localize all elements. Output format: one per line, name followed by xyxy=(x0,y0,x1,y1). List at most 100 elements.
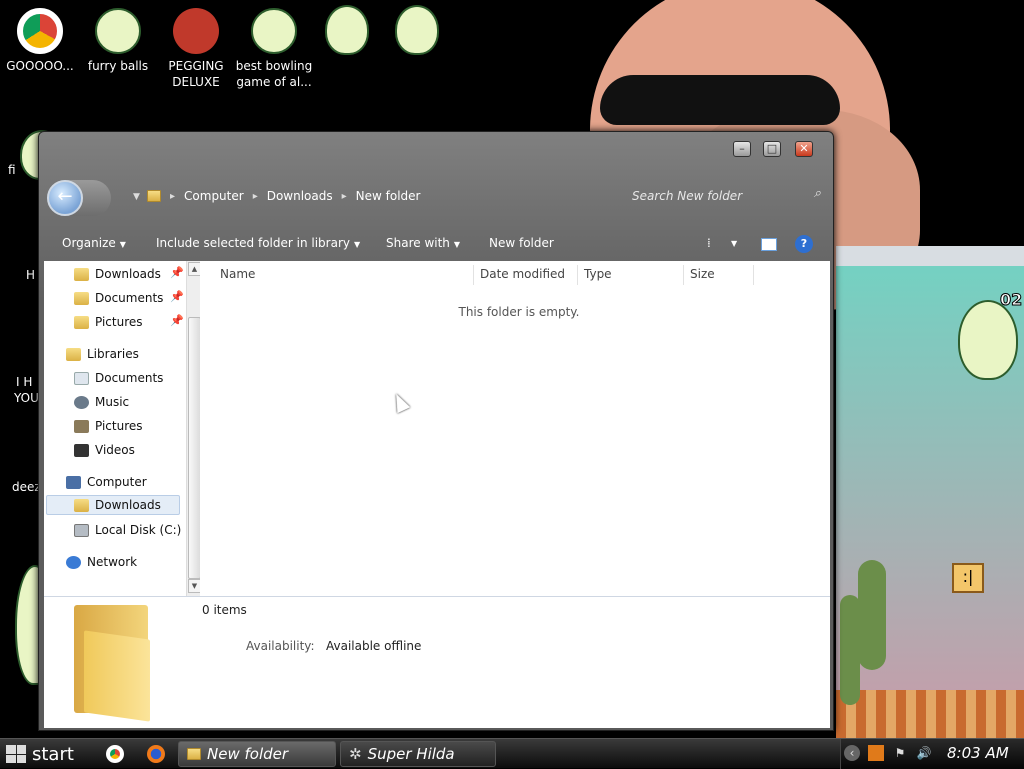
chevron-down-icon[interactable]: ▼ xyxy=(731,239,737,248)
breadcrumb-separator-icon[interactable]: ▸ xyxy=(253,191,258,202)
column-size[interactable]: Size xyxy=(684,265,754,285)
explorer-window: – □ ✕ ← ▼ ▸ Computer ▸ Downloads ▸ New f… xyxy=(38,131,834,731)
nav-label: Music xyxy=(95,395,130,409)
taskbar: start New folder ✲ Super Hilda ‹ ⚑ 🔊 8:0… xyxy=(0,738,1024,769)
videos-library-icon xyxy=(74,443,89,457)
nav-item-favorites-pictures[interactable]: Pictures xyxy=(74,312,143,332)
nav-item-lib-videos[interactable]: Videos xyxy=(74,440,135,460)
nav-item-lib-pictures[interactable]: Pictures xyxy=(74,416,143,436)
nav-item-favorites-documents[interactable]: Documents xyxy=(74,288,163,308)
nav-label: Downloads xyxy=(95,267,161,281)
nav-label: Documents xyxy=(95,291,164,305)
action-center-flag-icon[interactable]: ⚑ xyxy=(892,745,908,761)
search-placeholder: Search New folder xyxy=(632,189,743,203)
breadcrumb-separator-icon[interactable]: ▸ xyxy=(342,191,347,202)
desktop-icon-label: furry balls xyxy=(87,59,149,73)
breadcrumb-new-folder[interactable]: New folder xyxy=(356,189,421,203)
libraries-icon xyxy=(66,347,81,361)
column-date-modified[interactable]: Date modified xyxy=(474,265,578,285)
nav-label: Videos xyxy=(95,443,135,457)
organize-button[interactable]: Organize ▼ xyxy=(62,236,126,250)
desktop-icon-label-partial: H xyxy=(26,268,36,282)
nav-item-libraries[interactable]: Libraries xyxy=(66,344,139,364)
minimize-button[interactable]: – xyxy=(733,141,751,157)
share-with-button[interactable]: Share with ▼ xyxy=(386,236,460,250)
pictures-library-icon xyxy=(74,419,89,433)
nav-label: Pictures xyxy=(95,419,143,433)
help-icon[interactable]: ? xyxy=(795,235,813,253)
documents-folder-icon xyxy=(74,291,89,305)
breadcrumb-computer[interactable]: Computer xyxy=(184,189,244,203)
availability-label: Availability: xyxy=(246,639,315,653)
volume-icon[interactable]: 🔊 xyxy=(916,745,932,761)
task-new-folder[interactable]: New folder xyxy=(178,741,336,767)
game-tree xyxy=(858,560,886,670)
nav-item-computer-downloads[interactable]: Downloads xyxy=(46,495,180,515)
empty-folder-message: This folder is empty. xyxy=(458,305,580,319)
back-arrow-icon[interactable]: ← xyxy=(47,180,83,216)
search-input[interactable]: Search New folder ⌕ xyxy=(621,184,821,208)
file-list[interactable]: Name Date modified Type Size This folder… xyxy=(204,261,830,596)
game-ground xyxy=(836,690,1024,738)
column-name[interactable]: Name xyxy=(214,265,474,285)
nav-item-local-disk[interactable]: Local Disk (C:) xyxy=(74,520,181,540)
desktop-icon-best-bowling[interactable]: best bowling game of al... xyxy=(234,0,314,90)
breadcrumb-separator-icon[interactable]: ▸ xyxy=(170,191,175,202)
recent-pages-dropdown[interactable]: ▼ xyxy=(133,192,140,202)
task-super-hilda[interactable]: ✲ Super Hilda xyxy=(340,741,496,767)
include-in-library-button[interactable]: Include selected folder in library ▼ xyxy=(156,236,360,250)
disk-icon xyxy=(74,523,89,537)
java-icon[interactable] xyxy=(868,745,884,761)
system-tray: ‹ ⚑ 🔊 8:03 AM xyxy=(840,739,1024,769)
network-icon xyxy=(66,555,81,569)
nav-item-computer[interactable]: Computer xyxy=(66,472,147,492)
preview-pane-icon[interactable] xyxy=(761,238,777,251)
folder-icon xyxy=(147,190,161,202)
clock[interactable]: 8:03 AM xyxy=(947,744,1009,762)
organize-label: Organize xyxy=(62,236,116,250)
nav-item-network[interactable]: Network xyxy=(66,552,137,572)
pin-icon: 📌 xyxy=(170,290,184,303)
new-folder-button[interactable]: New folder xyxy=(489,236,554,250)
nav-item-favorites-downloads[interactable]: Downloads xyxy=(74,264,161,284)
nav-label: Computer xyxy=(87,475,147,489)
task-label: Super Hilda xyxy=(367,745,455,763)
scroll-up-icon[interactable]: ▲ xyxy=(188,262,200,276)
close-button[interactable]: ✕ xyxy=(795,141,813,157)
firefox-icon[interactable] xyxy=(147,745,165,763)
column-type[interactable]: Type xyxy=(578,265,684,285)
peridot-sprite xyxy=(395,5,439,55)
desktop-icon-label-partial: I H xyxy=(16,375,33,389)
nav-item-lib-music[interactable]: Music xyxy=(74,392,129,412)
availability-value: Available offline xyxy=(326,639,422,653)
scroll-down-icon[interactable]: ▼ xyxy=(188,579,200,593)
share-label: Share with xyxy=(386,236,450,250)
chrome-icon[interactable] xyxy=(106,745,124,763)
start-button[interactable]: start xyxy=(0,739,96,769)
scroll-thumb[interactable] xyxy=(188,317,200,579)
search-icon[interactable]: ⌕ xyxy=(814,186,821,201)
desktop-icon-goooo[interactable]: GOOOOO... xyxy=(0,0,80,74)
maximize-button[interactable]: □ xyxy=(763,141,781,157)
game-icon xyxy=(251,8,297,54)
view-options-icon[interactable]: ⁞ xyxy=(707,236,711,250)
nav-item-lib-documents[interactable]: Documents xyxy=(74,368,163,388)
game-tree xyxy=(840,595,860,705)
show-hidden-icons-icon[interactable]: ‹ xyxy=(844,745,860,761)
start-label: start xyxy=(32,743,74,765)
desktop-icon-label: PEGGING DELUXE xyxy=(168,59,224,89)
chrome-icon xyxy=(17,8,63,54)
large-folder-icon xyxy=(74,605,154,722)
downloads-folder-icon xyxy=(74,267,89,281)
nav-scrollbar[interactable]: ▲ ▼ xyxy=(186,261,200,596)
nav-label: Pictures xyxy=(95,315,143,329)
address-bar[interactable]: ▸ Computer ▸ Downloads ▸ New folder xyxy=(147,184,587,208)
item-count: 0 items xyxy=(202,603,247,617)
desktop-icon-label: GOOOOO... xyxy=(6,59,74,73)
breadcrumb-downloads[interactable]: Downloads xyxy=(267,189,333,203)
game-face-block: :| xyxy=(952,563,984,593)
desktop-icon-furry-balls[interactable]: furry balls xyxy=(78,0,158,74)
nav-label: Local Disk (C:) xyxy=(95,523,182,537)
peridot-sprite xyxy=(325,5,369,55)
desktop-icon-pegging-deluxe[interactable]: PEGGING DELUXE xyxy=(156,0,236,90)
